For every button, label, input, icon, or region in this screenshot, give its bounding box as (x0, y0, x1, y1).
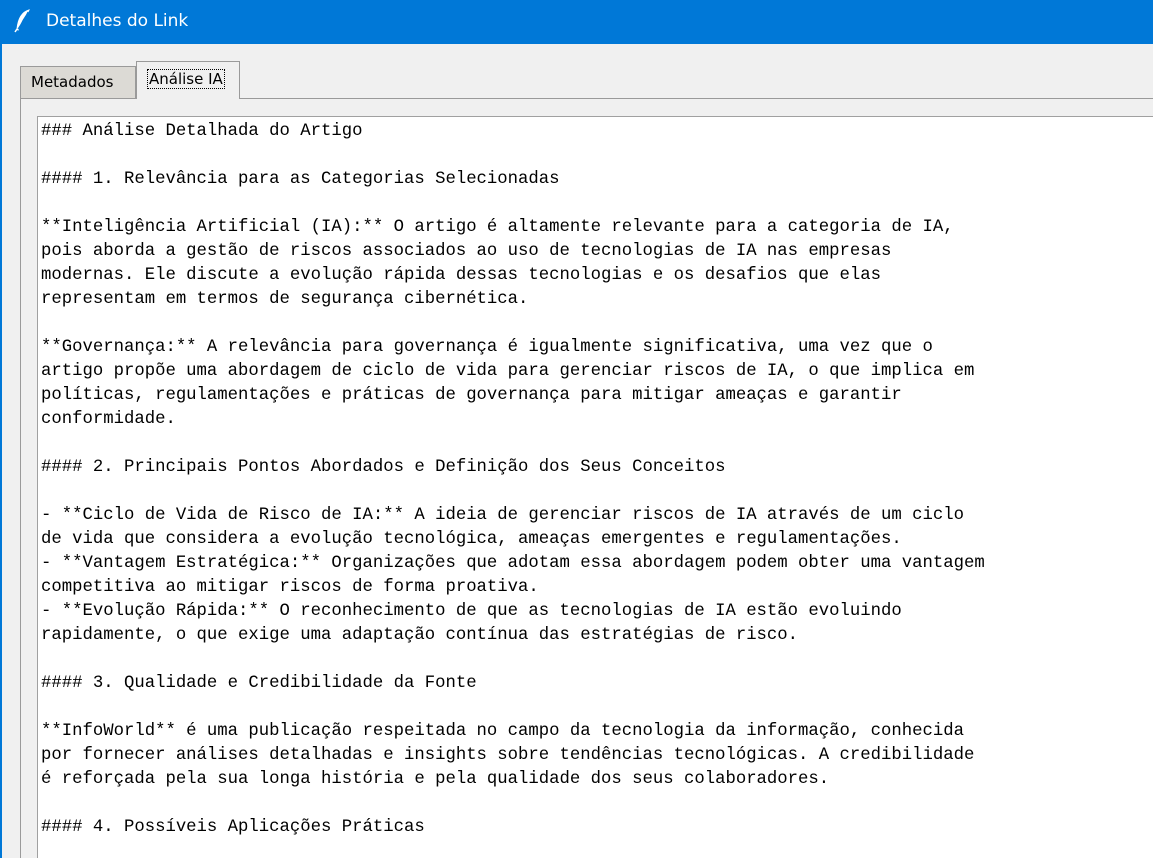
tab-label: Metadados (31, 73, 114, 91)
text-line: - **Ciclo de Vida de Risco de IA:** A id… (41, 506, 964, 525)
tab-analise-ia[interactable]: Análise IA (136, 61, 240, 99)
text-line: - **Evolução Rápida:** O reconhecimento … (41, 602, 902, 621)
app-window: Detalhes do Link Metadados Análise IA ##… (0, 0, 1153, 858)
text-line: #### 4. Possíveis Aplicações Práticas (41, 818, 425, 837)
text-line: ### Análise Detalhada do Artigo (41, 122, 363, 141)
text-line: #### 1. Relevância para as Categorias Se… (41, 170, 560, 189)
text-line: **InfoWorld** é uma publicação respeitad… (41, 722, 964, 741)
text-line: artigo propõe uma abordagem de ciclo de … (41, 362, 975, 381)
tab-panel: ### Análise Detalhada do Artigo #### 1. … (20, 98, 1153, 858)
text-line: rapidamente, o que exige uma adaptação c… (41, 626, 799, 645)
text-line: - **Vantagem Estratégica:** Organizações… (41, 554, 985, 573)
text-line: modernas. Ele discute a evolução rápida … (41, 266, 882, 285)
text-line: competitiva ao mitigar riscos de forma p… (41, 578, 539, 597)
notebook: Metadados Análise IA ### Análise Detalha… (2, 44, 1153, 858)
text-line: representam em termos de segurança ciber… (41, 290, 529, 309)
text-line: é reforçada pela sua longa história e pe… (41, 770, 830, 789)
text-line: #### 3. Qualidade e Credibilidade da Fon… (41, 674, 477, 693)
analysis-text: ### Análise Detalhada do Artigo #### 1. … (41, 120, 985, 840)
feather-icon (14, 9, 30, 33)
text-line: políticas, regulamentações e práticas de… (41, 386, 902, 405)
text-line: conformidade. (41, 410, 176, 429)
tab-label: Análise IA (147, 69, 225, 89)
analysis-text-area[interactable]: ### Análise Detalhada do Artigo #### 1. … (37, 116, 1153, 858)
title-bar[interactable]: Detalhes do Link (0, 0, 1153, 44)
text-line: #### 2. Principais Pontos Abordados e De… (41, 458, 726, 477)
tab-metadados[interactable]: Metadados (20, 66, 136, 98)
text-line: de vida que considera a evolução tecnoló… (41, 530, 902, 549)
text-line: **Governança:** A relevância para govern… (41, 338, 933, 357)
window-title: Detalhes do Link (46, 11, 189, 31)
text-line: **Inteligência Artificial (IA):** O arti… (41, 218, 954, 237)
text-line: pois aborda a gestão de riscos associado… (41, 242, 892, 261)
text-line: por fornecer análises detalhadas e insig… (41, 746, 975, 765)
